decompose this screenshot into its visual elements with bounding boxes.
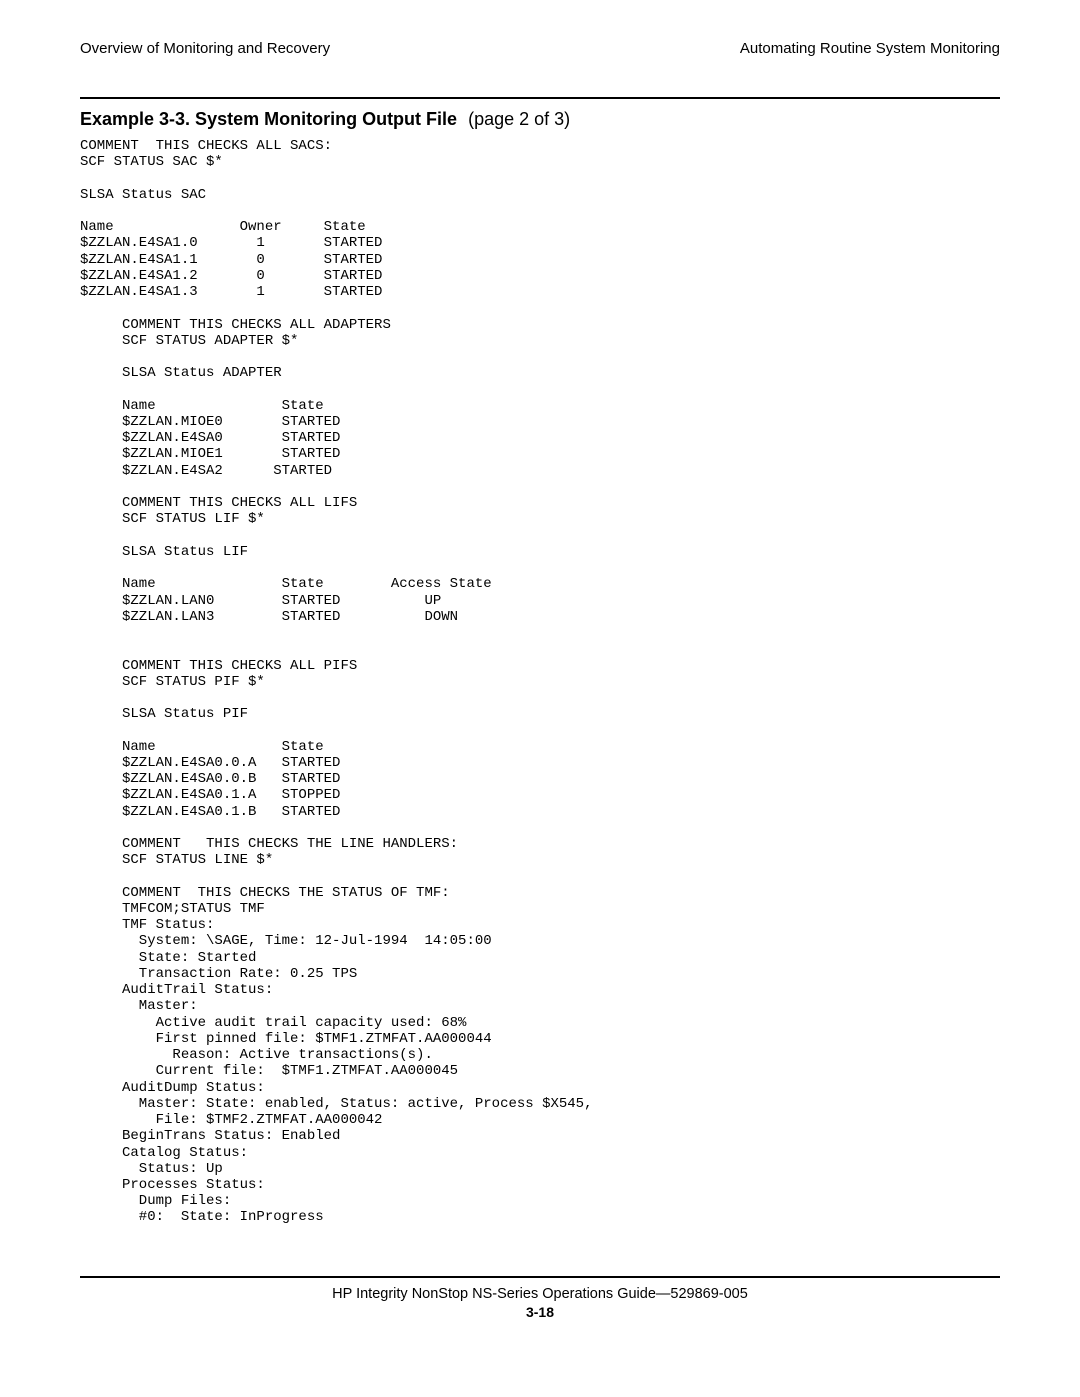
document-page: Overview of Monitoring and Recovery Auto… (0, 0, 1080, 1350)
code-listing: COMMENT THIS CHECKS ALL SACS: SCF STATUS… (80, 138, 1000, 1226)
example-page-note: (page 2 of 3) (468, 109, 570, 129)
example-label: Example 3-3. System Monitoring Output Fi… (80, 109, 457, 129)
footer-line: HP Integrity NonStop NS-Series Operation… (80, 1286, 1000, 1302)
top-rule (80, 97, 1000, 99)
bottom-rule (80, 1276, 1000, 1278)
header-left: Overview of Monitoring and Recovery (80, 40, 330, 57)
footer-area: HP Integrity NonStop NS-Series Operation… (80, 1276, 1000, 1320)
header-right: Automating Routine System Monitoring (740, 40, 1000, 57)
footer-page-number: 3-18 (80, 1304, 1000, 1320)
example-title: Example 3-3. System Monitoring Output Fi… (80, 109, 1000, 130)
running-header: Overview of Monitoring and Recovery Auto… (80, 40, 1000, 57)
